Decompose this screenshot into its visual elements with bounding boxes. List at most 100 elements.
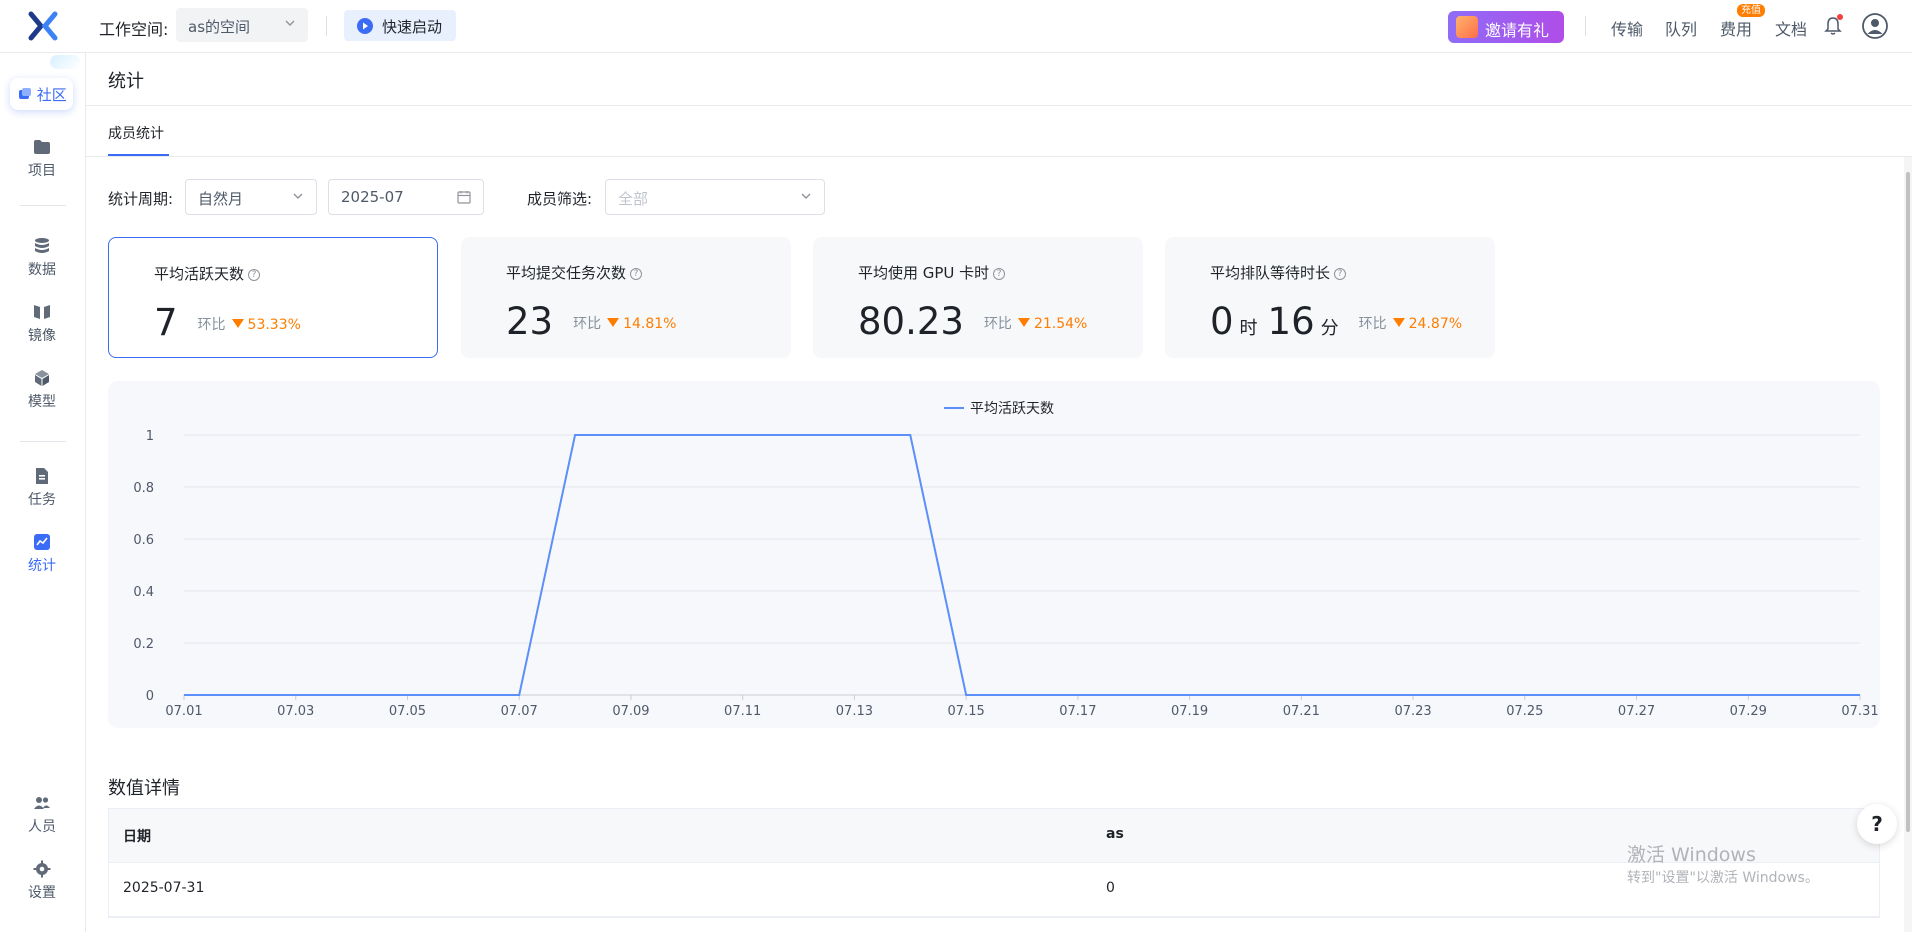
nav-transfer[interactable]: 传输 bbox=[1611, 16, 1643, 40]
member-select[interactable]: 全部 bbox=[605, 179, 825, 215]
community-icon bbox=[19, 88, 31, 99]
card-value-number: 23 bbox=[506, 300, 554, 343]
chart-canvas: 0 0.2 0.4 0.6 0.8 1 07.01 07.03 07.05 07.07 07.09 0… bbox=[133, 401, 1878, 719]
details-table: 日期 as 2025-07-31 0 bbox=[108, 808, 1880, 918]
card-label-text: 平均提交任务次数 bbox=[506, 264, 627, 282]
scrollbar-thumb[interactable] bbox=[1906, 172, 1910, 832]
sidebar-item-data[interactable]: 数据 bbox=[0, 237, 84, 279]
card-label: 平均提交任务次数? bbox=[506, 262, 643, 283]
gear-icon bbox=[33, 860, 51, 878]
comparison-label: 环比 bbox=[573, 316, 602, 332]
logo-icon[interactable] bbox=[27, 10, 59, 42]
card-active-days[interactable]: 平均活跃天数? 7 环比 53.33% bbox=[108, 237, 438, 358]
period-label: 统计周期: bbox=[108, 190, 174, 208]
card-value: 80.23 环比 21.54% bbox=[858, 300, 1087, 343]
table-cell-date: 2025-07-31 bbox=[123, 880, 205, 896]
comparison-percent: 24.87% bbox=[1408, 316, 1463, 332]
nav-billing[interactable]: 费用 bbox=[1720, 16, 1752, 40]
table-row: 2025-07-31 0 bbox=[109, 863, 1879, 917]
tab-member-stats[interactable]: 成员统计 bbox=[108, 123, 164, 143]
help-icon[interactable]: ? bbox=[993, 267, 1006, 280]
recharge-badge: 充值 bbox=[1737, 4, 1765, 17]
chevron-down-icon bbox=[801, 193, 811, 199]
column-header-date[interactable]: 日期 bbox=[123, 826, 151, 846]
divider bbox=[20, 441, 66, 442]
nav-queue[interactable]: 队列 bbox=[1665, 16, 1697, 40]
help-icon[interactable]: ? bbox=[630, 267, 643, 280]
x-tick-label: 07.05 bbox=[389, 704, 426, 719]
sidebar-item-settings[interactable]: 设置 bbox=[0, 860, 84, 902]
gift-icon bbox=[1456, 16, 1478, 38]
folder-icon bbox=[34, 140, 50, 154]
avatar[interactable] bbox=[1862, 13, 1888, 39]
x-tick-label: 07.15 bbox=[948, 704, 985, 719]
help-icon[interactable]: ? bbox=[1334, 267, 1347, 280]
comparison-label: 环比 bbox=[1358, 316, 1387, 332]
card-label: 平均使用 GPU 卡时? bbox=[858, 262, 1006, 283]
y-tick-label: 1 bbox=[146, 429, 154, 444]
chevron-down-icon bbox=[293, 193, 303, 199]
sidebar-item-label: 任务 bbox=[28, 492, 56, 508]
table-header: 日期 as bbox=[109, 809, 1879, 863]
workspace-select[interactable]: as的空间 bbox=[176, 8, 308, 42]
comparison-percent: 53.33% bbox=[247, 317, 301, 333]
y-tick-label: 0.2 bbox=[133, 637, 154, 652]
x-tick-label: 07.09 bbox=[612, 704, 649, 719]
comparison-label: 环比 bbox=[197, 317, 226, 333]
chevron-down-icon bbox=[285, 20, 295, 26]
x-tick-label: 07.03 bbox=[277, 704, 314, 719]
month-picker[interactable]: 2025-07 bbox=[328, 179, 484, 215]
quick-start-button[interactable]: 快速启动 bbox=[344, 10, 456, 41]
card-label-text: 平均使用 GPU 卡时 bbox=[858, 264, 990, 282]
x-tick-label: 07.25 bbox=[1506, 704, 1543, 719]
help-icon[interactable]: ? bbox=[248, 268, 261, 281]
activation-watermark-subtitle: 转到"设置"以激活 Windows。 bbox=[1627, 870, 1819, 886]
play-icon bbox=[357, 18, 373, 34]
down-triangle-icon bbox=[231, 319, 244, 328]
card-comparison: 环比 21.54% bbox=[984, 313, 1087, 333]
down-triangle-icon bbox=[1017, 318, 1030, 327]
down-triangle-icon bbox=[607, 318, 620, 327]
y-tick-label: 0.6 bbox=[133, 533, 154, 548]
cube-icon bbox=[35, 370, 49, 386]
card-comparison: 环比 24.87% bbox=[1359, 313, 1462, 333]
sidebar-item-statistics[interactable]: 统计 bbox=[0, 533, 84, 575]
sidebar-item-label: 人员 bbox=[28, 819, 56, 835]
x-tick-label: 07.19 bbox=[1171, 704, 1208, 719]
legend-label: 平均活跃天数 bbox=[970, 401, 1054, 417]
card-submitted-tasks[interactable]: 平均提交任务次数? 23 环比 14.81% bbox=[461, 237, 791, 358]
card-gpu-hours[interactable]: 平均使用 GPU 卡时? 80.23 环比 21.54% bbox=[813, 237, 1143, 358]
activation-watermark-title: 激活 Windows bbox=[1627, 844, 1756, 866]
community-button[interactable]: 社区 bbox=[10, 78, 73, 110]
x-tick-label: 07.29 bbox=[1730, 704, 1767, 719]
stats-icon bbox=[34, 534, 50, 550]
workspace-value: as的空间 bbox=[188, 18, 251, 36]
sidebar-item-members[interactable]: 人员 bbox=[0, 794, 84, 836]
invite-label: 邀请有礼 bbox=[1485, 21, 1550, 40]
down-triangle-icon bbox=[1392, 318, 1405, 327]
card-minute-unit: 分 bbox=[1320, 318, 1339, 339]
comparison-label: 环比 bbox=[983, 316, 1012, 332]
invite-button[interactable]: 邀请有礼 bbox=[1448, 11, 1564, 43]
x-tick-label: 07.13 bbox=[836, 704, 873, 719]
sidebar-item-label: 数据 bbox=[28, 262, 56, 278]
details-title: 数值详情 bbox=[108, 778, 180, 799]
sidebar-item-models[interactable]: 模型 bbox=[0, 369, 84, 411]
sidebar-item-tasks[interactable]: 任务 bbox=[0, 467, 84, 509]
sidebar-item-projects[interactable]: 项目 bbox=[0, 138, 84, 180]
sidebar-item-images[interactable]: 镜像 bbox=[0, 303, 84, 345]
help-button[interactable]: ? bbox=[1857, 804, 1897, 844]
card-queue-wait[interactable]: 平均排队等待时长? 0 时 16 分 环比 24.87% bbox=[1165, 237, 1495, 358]
column-header-member[interactable]: as bbox=[1106, 826, 1124, 842]
sidebar-item-label: 项目 bbox=[28, 163, 56, 179]
sidebar-item-label: 设置 bbox=[28, 885, 56, 901]
card-minutes: 16 bbox=[1267, 300, 1315, 343]
nav-docs[interactable]: 文档 bbox=[1775, 16, 1807, 40]
x-tick-label: 07.31 bbox=[1841, 704, 1878, 719]
period-select[interactable]: 自然月 bbox=[185, 179, 317, 215]
comparison-percent: 21.54% bbox=[1033, 316, 1088, 332]
card-value-number: 80.23 bbox=[858, 300, 964, 343]
sidebar-item-label: 镜像 bbox=[28, 328, 56, 344]
task-icon bbox=[36, 468, 48, 484]
table-cell-value: 0 bbox=[1106, 880, 1115, 896]
